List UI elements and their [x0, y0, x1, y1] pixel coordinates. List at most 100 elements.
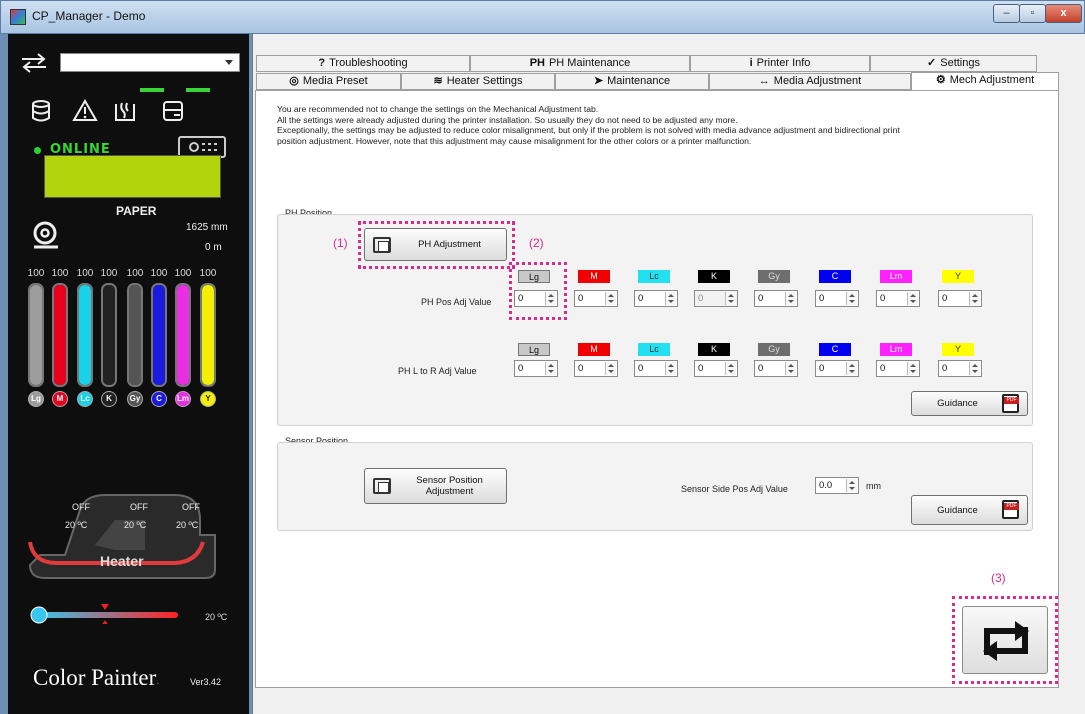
tab-troubleshooting[interactable]: ? Troubleshooting — [256, 55, 470, 72]
printer-icon — [163, 101, 183, 121]
tab-maintenance[interactable]: ➤ Maintenance — [555, 73, 709, 90]
tab-label: Heater Settings — [446, 75, 523, 87]
spinner-arrows-icon[interactable] — [785, 292, 796, 305]
ink-badge-gy: Gy — [127, 391, 143, 407]
color-label-k: K — [698, 270, 730, 283]
tab-label: Media Preset — [302, 75, 368, 87]
ph-pos-input-gy[interactable]: 0 — [754, 290, 798, 307]
ink-badge-lg: Lg — [28, 391, 44, 407]
unit-label: mm — [866, 481, 881, 491]
spinner-arrows-icon[interactable] — [969, 362, 980, 375]
ink-badge-k: K — [101, 391, 117, 407]
sensor-position-adjustment-button[interactable]: Sensor Position Adjustment — [364, 468, 507, 504]
ph-pos-input-y[interactable]: 0 — [938, 290, 982, 307]
ph-pos-input-m[interactable]: 0 — [574, 290, 618, 307]
info-icon: i — [749, 57, 753, 69]
ink-fill — [177, 285, 189, 385]
temperature-slider[interactable] — [30, 604, 180, 624]
status-indicator-bar — [186, 88, 210, 92]
heater-icon — [115, 102, 135, 121]
spinner-arrows-icon[interactable] — [725, 362, 736, 375]
ph-guidance-button[interactable]: Guidance PDF — [911, 391, 1028, 416]
button-label: Guidance — [937, 504, 978, 516]
spinner-arrows-icon[interactable] — [846, 479, 857, 492]
slider-temp: 20 ºC — [205, 612, 228, 622]
minimize-button[interactable]: – — [993, 4, 1020, 23]
spinner-arrows-icon[interactable] — [969, 292, 980, 305]
spin-value: 0 — [638, 363, 644, 374]
ph-lr-input-lm[interactable]: 0 — [876, 360, 920, 377]
ink-level-lc: 100 — [76, 268, 94, 279]
ph-lr-input-lg[interactable]: 0 — [514, 360, 558, 377]
spinner-arrows-icon[interactable] — [665, 362, 676, 375]
switch-arrows-icon[interactable] — [20, 52, 48, 74]
media-roll-icon — [33, 221, 58, 249]
spin-value: 0 — [758, 293, 764, 304]
ink-bar-c — [151, 283, 167, 387]
ink-level-c: 100 — [150, 268, 168, 279]
tab-label: PH Maintenance — [548, 57, 631, 69]
tab-media-preset[interactable]: ◎ Media Preset — [256, 73, 401, 90]
ink-badge-c: C — [151, 391, 167, 407]
tab-printer-info[interactable]: i Printer Info — [690, 55, 870, 72]
chevron-down-icon — [225, 60, 233, 65]
spinner-arrows-icon[interactable] — [846, 292, 857, 305]
heater-post-state: OFF — [182, 502, 200, 512]
spinner-arrows-icon[interactable] — [545, 292, 556, 305]
ph-pos-input-k[interactable]: 0 — [694, 290, 738, 307]
spinner-arrows-icon[interactable] — [605, 362, 616, 375]
print-head-icon: PH — [529, 57, 545, 69]
ph-pos-input-c[interactable]: 0 — [815, 290, 859, 307]
color-label-m: M — [578, 270, 610, 283]
heater-icon: ≋ — [433, 75, 443, 87]
callout-1: (1) — [333, 236, 348, 250]
ph-lr-input-y[interactable]: 0 — [938, 360, 982, 377]
spinner-arrows-icon[interactable] — [665, 292, 676, 305]
spinner-arrows-icon[interactable] — [846, 362, 857, 375]
ink-badge-m: M — [52, 391, 68, 407]
checkbox-icon: ✓ — [927, 57, 937, 69]
ph-lr-input-m[interactable]: 0 — [574, 360, 618, 377]
heater-print-state: OFF — [130, 502, 148, 512]
tab-settings[interactable]: ✓ Settings — [870, 55, 1037, 72]
spin-value: 0 — [578, 293, 584, 304]
notice-text: You are recommended not to change the se… — [277, 104, 1047, 146]
pdf-icon: PDF — [1002, 394, 1019, 413]
ph-pos-input-lc[interactable]: 0 — [634, 290, 678, 307]
ph-lr-input-lc[interactable]: 0 — [634, 360, 678, 377]
spinner-arrows-icon[interactable] — [545, 362, 556, 375]
ph-pos-input-lm[interactable]: 0 — [876, 290, 920, 307]
color-label-gy: Gy — [758, 343, 790, 356]
color-label-lg: Lg — [518, 343, 550, 356]
ph-lr-adj-label: PH L to R Adj Value — [398, 366, 477, 376]
tab-label: Mech Adjustment — [949, 74, 1035, 86]
ink-fill — [202, 285, 214, 385]
printer-select[interactable] — [60, 53, 240, 72]
ph-adjustment-button[interactable]: PH Adjustment — [364, 228, 507, 261]
close-button[interactable]: x — [1045, 4, 1082, 23]
heater-pre-state: OFF — [72, 502, 90, 512]
color-label-c: C — [819, 270, 851, 283]
refresh-button[interactable] — [962, 606, 1048, 674]
tab-ph-maintenance[interactable]: PH PH Maintenance — [470, 55, 690, 72]
button-label-line: Sensor Position — [416, 475, 483, 486]
sensor-side-pos-input[interactable]: 0.0 — [815, 477, 859, 494]
tab-heater-settings[interactable]: ≋ Heater Settings — [401, 73, 555, 90]
ph-lr-input-k[interactable]: 0 — [694, 360, 738, 377]
spinner-arrows-icon[interactable] — [605, 292, 616, 305]
pdf-icon: PDF — [1002, 500, 1019, 519]
ph-lr-input-c[interactable]: 0 — [815, 360, 859, 377]
tab-media-adjustment[interactable]: ↔ Media Adjustment — [709, 73, 911, 90]
ph-lr-input-gy[interactable]: 0 — [754, 360, 798, 377]
sensor-guidance-button[interactable]: Guidance PDF — [911, 495, 1028, 525]
spinner-arrows-icon[interactable] — [785, 362, 796, 375]
tab-mech-adjustment[interactable]: ⚙ Mech Adjustment — [911, 72, 1059, 91]
tab-label: Printer Info — [756, 57, 811, 69]
ph-pos-input-lg[interactable]: 0 — [514, 290, 558, 307]
maximize-button[interactable]: ▫ — [1019, 4, 1046, 23]
ink-fill — [54, 285, 66, 385]
version-label: Ver3.42 — [190, 677, 222, 687]
spinner-arrows-icon[interactable] — [907, 292, 918, 305]
spinner-arrows-icon[interactable] — [725, 292, 736, 305]
spinner-arrows-icon[interactable] — [907, 362, 918, 375]
